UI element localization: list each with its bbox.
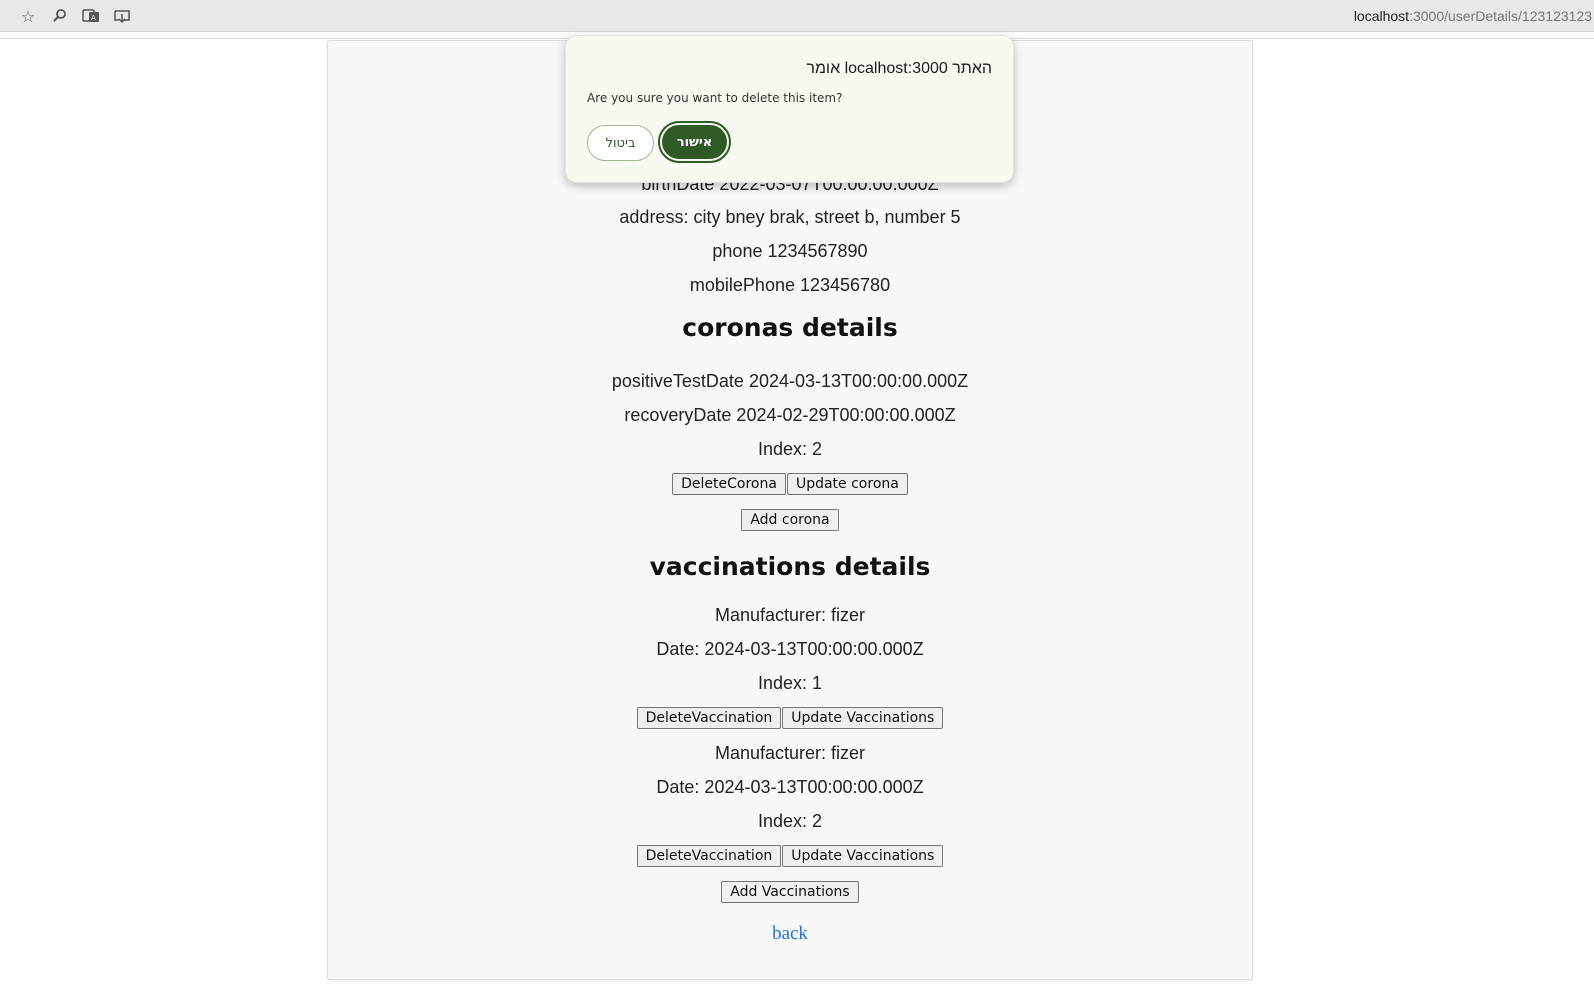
- vaccination-manufacturer-text: Manufacturer: fizer: [714, 605, 866, 625]
- dialog-message: Are you sure you want to delete this ite…: [587, 91, 843, 105]
- vaccination-manufacturer-text: Manufacturer: fizer: [714, 743, 866, 763]
- phone-text: phone 1234567890: [712, 241, 868, 261]
- add-vaccinations-row: Add Vaccinations: [328, 881, 1252, 903]
- dialog-cancel-button[interactable]: ביטול: [587, 125, 654, 161]
- vaccination-date-text: Date: 2024-03-13T00:00:00.000Z: [656, 777, 924, 797]
- star-icon[interactable]: ☆: [18, 6, 38, 26]
- mobile-phone-text: mobilePhone 123456780: [689, 275, 891, 295]
- add-corona-row: Add corona: [328, 509, 1252, 531]
- add-vaccinations-button[interactable]: Add Vaccinations: [721, 881, 859, 903]
- delete-vaccination-button[interactable]: DeleteVaccination: [636, 845, 782, 867]
- vaccination-index-text: Index: 1: [757, 673, 823, 693]
- dialog-title: האתר localhost:3000 אומר: [806, 60, 992, 77]
- add-corona-button[interactable]: Add corona: [741, 509, 839, 531]
- address-text: address: city bney brak, street b, numbe…: [619, 207, 961, 227]
- install-icon[interactable]: [112, 6, 132, 26]
- corona-index-text: Index: 2: [757, 439, 823, 459]
- update-corona-button[interactable]: Update corona: [786, 473, 908, 495]
- vaccination-date-text: Date: 2024-03-13T00:00:00.000Z: [656, 639, 924, 659]
- vaccination-actions: DeleteVaccination Update Vaccinations: [328, 845, 1252, 867]
- update-vaccination-button[interactable]: Update Vaccinations: [782, 707, 944, 729]
- confirm-dialog: האתר localhost:3000 אומר Are you sure yo…: [565, 35, 1014, 183]
- back-link[interactable]: back: [772, 923, 808, 944]
- translate-icon[interactable]: A: [81, 6, 101, 26]
- coronas-heading: coronas details: [682, 313, 898, 342]
- delete-corona-button[interactable]: DeleteCorona: [672, 473, 786, 495]
- positive-test-date-text: positiveTestDate 2024-03-13T00:00:00.000…: [611, 371, 969, 391]
- url-path: :3000/userDetails/123123123: [1409, 8, 1592, 24]
- vaccination-actions: DeleteVaccination Update Vaccinations: [328, 707, 1252, 729]
- back-link-row: back: [328, 923, 1252, 945]
- browser-toolbar: ☆ A localhost:3000/userDetails/123123123: [0, 0, 1594, 32]
- delete-vaccination-button[interactable]: DeleteVaccination: [636, 707, 782, 729]
- corona-actions: DeleteCorona Update corona: [328, 473, 1252, 495]
- svg-text:A: A: [91, 14, 96, 22]
- vaccinations-heading: vaccinations details: [649, 552, 931, 581]
- vaccination-index-text: Index: 2: [757, 811, 823, 831]
- zoom-icon[interactable]: [50, 6, 70, 26]
- url-host: localhost: [1353, 8, 1410, 24]
- dialog-ok-button[interactable]: אישור: [658, 121, 731, 163]
- update-vaccination-button[interactable]: Update Vaccinations: [782, 845, 944, 867]
- recovery-date-text: recoveryDate 2024-02-29T00:00:00.000Z: [624, 405, 956, 425]
- address-bar[interactable]: localhost:3000/userDetails/123123123: [1354, 8, 1592, 24]
